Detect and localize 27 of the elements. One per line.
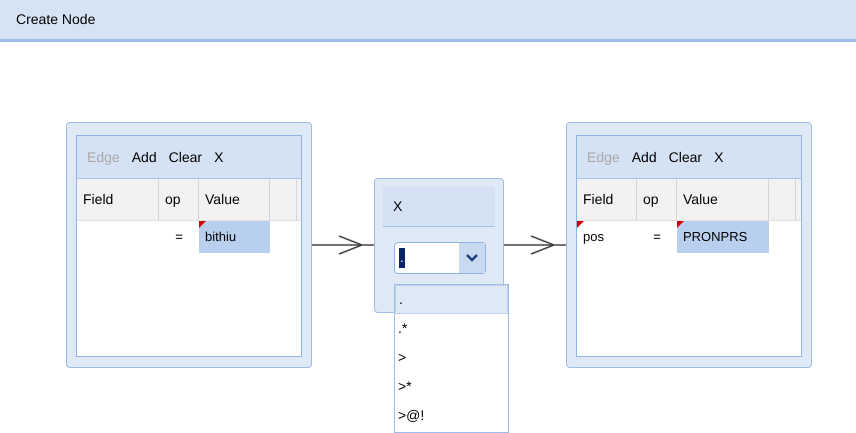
table-cell[interactable]: bithiu bbox=[199, 221, 270, 253]
flag-icon bbox=[577, 221, 584, 228]
dropdown-option[interactable]: .* bbox=[395, 314, 508, 343]
column-header[interactable]: op bbox=[159, 179, 199, 220]
toolbar-button[interactable]: Add bbox=[132, 146, 157, 168]
dropdown-option[interactable]: . bbox=[395, 285, 508, 314]
column-header[interactable]: Field bbox=[77, 179, 159, 220]
combo-box[interactable]: . bbox=[394, 242, 486, 274]
flag-icon bbox=[199, 221, 206, 228]
flag-icon bbox=[677, 221, 684, 228]
table-cell[interactable]: PRONPRS bbox=[677, 221, 769, 253]
chevron-down-icon[interactable] bbox=[459, 243, 485, 273]
toolbar-button[interactable]: X bbox=[214, 146, 224, 168]
toolbar-button[interactable]: Add bbox=[632, 146, 657, 168]
close-button[interactable]: X bbox=[393, 196, 402, 217]
dropdown-option[interactable]: >* bbox=[395, 372, 508, 401]
toolbar-button[interactable]: Clear bbox=[668, 146, 702, 168]
toolbar-button[interactable]: X bbox=[714, 146, 724, 168]
toolbar-button[interactable]: Clear bbox=[168, 146, 202, 168]
column-header[interactable]: op bbox=[637, 179, 677, 220]
column-header[interactable]: Field bbox=[577, 179, 637, 220]
combo-value: . bbox=[395, 243, 459, 273]
window-title: Create Node bbox=[16, 10, 96, 29]
dropdown-option[interactable]: > bbox=[395, 343, 508, 372]
column-header[interactable]: Value bbox=[677, 179, 769, 220]
column-header[interactable]: Value bbox=[199, 179, 270, 220]
dropdown-option[interactable]: >@! bbox=[395, 401, 508, 430]
